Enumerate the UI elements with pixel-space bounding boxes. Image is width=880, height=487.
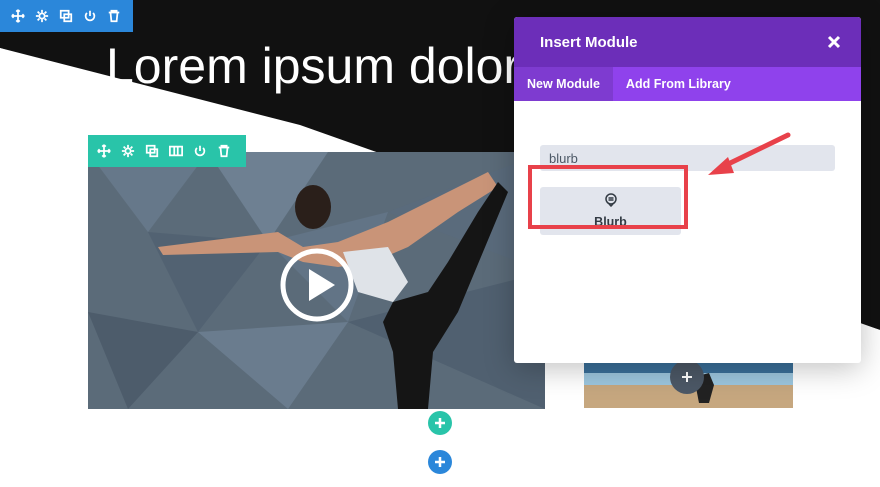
hero-title: Lorem ipsum dolor [106,38,521,94]
modal-header: Insert Module [514,17,861,67]
add-module-button[interactable] [428,411,452,435]
close-icon[interactable] [827,35,841,49]
tab-add-from-library[interactable]: Add From Library [613,67,744,101]
plus-icon [435,418,445,428]
modal-title: Insert Module [540,33,638,51]
annotation-arrow [708,132,791,175]
gear-icon[interactable] [120,143,136,159]
trash-icon[interactable] [106,8,122,24]
video-module [88,152,545,409]
plus-icon [682,372,692,382]
add-row-button[interactable] [428,450,452,474]
duplicate-icon[interactable] [144,143,160,159]
move-icon[interactable] [10,8,26,24]
duplicate-icon[interactable] [58,8,74,24]
trash-icon[interactable] [216,143,232,159]
row-toolbar [88,135,246,167]
columns-icon[interactable] [168,143,184,159]
play-icon[interactable] [279,247,355,323]
add-module-bubble[interactable] [670,360,704,394]
tab-new-module[interactable]: New Module [514,67,613,101]
move-icon[interactable] [96,143,112,159]
gear-icon[interactable] [34,8,50,24]
highlight-box [528,165,688,229]
section-toolbar [0,0,133,32]
power-icon[interactable] [192,143,208,159]
modal-tabs: New Module Add From Library [514,67,861,101]
plus-icon [435,457,445,467]
power-icon[interactable] [82,8,98,24]
